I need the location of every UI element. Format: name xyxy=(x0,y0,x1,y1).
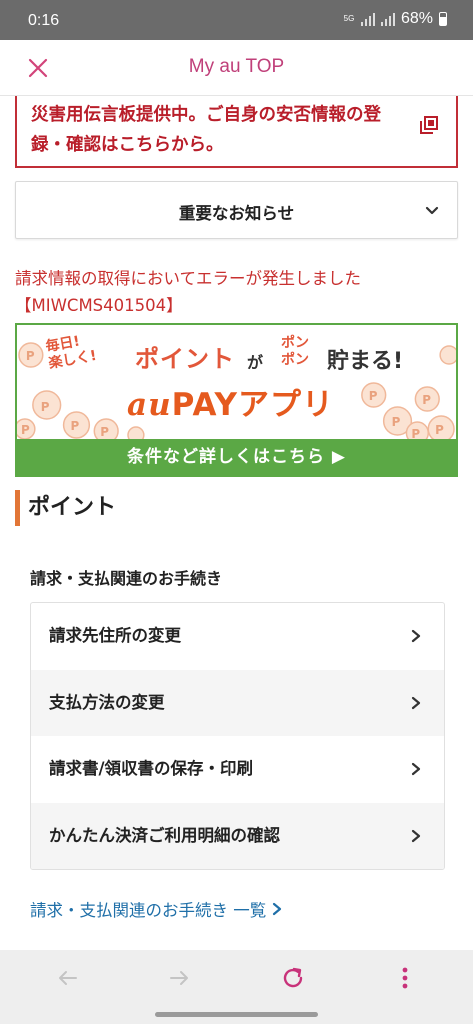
reload-icon[interactable] xyxy=(279,964,307,992)
signal-2-icon xyxy=(380,12,395,26)
banner-catch-point: ポイント xyxy=(135,345,235,373)
chevron-down-icon xyxy=(425,206,439,215)
status-bar: 0:16 5G 68% xyxy=(0,0,473,40)
network-type-icon: 5G xyxy=(343,14,355,23)
more-vertical-icon[interactable] xyxy=(391,964,419,992)
list-item-billing-address[interactable]: 請求先住所の変更 xyxy=(31,603,444,670)
list-item-label: 請求先住所の変更 xyxy=(49,626,181,645)
status-time: 0:16 xyxy=(28,12,60,29)
svg-text:P: P xyxy=(422,393,431,407)
disaster-alert-banner[interactable]: 災害用伝言板提供中。ご自身の安否情報の登録・確認はこちらから。 xyxy=(15,96,458,168)
list-item-label: かんたん決済ご利用明細の確認 xyxy=(49,825,280,845)
page-title: My au TOP xyxy=(188,56,285,77)
billing-procedures-all-link[interactable]: 請求・支払関連のお手続き 一覧 xyxy=(30,897,282,921)
list-item-invoice-print[interactable]: 請求書/領収書の保存・印刷 xyxy=(31,736,444,803)
banner-catch-tamaru: 貯まる! xyxy=(327,349,404,374)
list-item-easy-payment-details[interactable]: かんたん決済ご利用明細の確認 xyxy=(31,802,444,869)
svg-text:P: P xyxy=(41,400,50,414)
billing-error-message: 請求情報の取得においてエラーが発生しました 【MIWCMS401504】 xyxy=(15,265,465,319)
billing-procedures-title: 請求・支払関連のお手続き xyxy=(30,569,223,588)
svg-text:P: P xyxy=(21,423,30,437)
points-section-heading: ポイント xyxy=(15,490,116,526)
chevron-right-icon xyxy=(411,629,421,643)
list-item-payment-method[interactable]: 支払方法の変更 xyxy=(31,669,444,736)
au-pay-logo: auPAYアプリ xyxy=(127,379,334,424)
notice-label: 重要なお知らせ xyxy=(178,204,295,223)
chevron-right-icon xyxy=(411,696,421,709)
forward-arrow-icon[interactable] xyxy=(165,964,193,992)
ponpon-line-1: ポン xyxy=(281,335,309,351)
banner-catch-ponpon: ポン ポン xyxy=(281,335,309,369)
app-header: My au TOP xyxy=(0,40,473,96)
battery-percent: 68% xyxy=(400,10,433,27)
svg-text:P: P xyxy=(71,419,80,433)
important-notice-accordion[interactable]: 重要なお知らせ xyxy=(15,181,458,239)
alert-text: 災害用伝言板提供中。ご自身の安否情報の登録・確認はこちらから。 xyxy=(31,105,381,155)
chevron-right-icon xyxy=(411,762,421,776)
signal-icon xyxy=(360,12,375,26)
all-link-label: 請求・支払関連のお手続き 一覧 xyxy=(30,901,267,920)
status-indicators: 5G 68% xyxy=(343,10,447,28)
error-code: 【MIWCMS401504】 xyxy=(15,296,183,315)
svg-text:P: P xyxy=(392,415,401,429)
svg-text:P: P xyxy=(369,389,378,403)
svg-text:P: P xyxy=(100,425,109,439)
svg-text:P: P xyxy=(26,349,35,363)
banner-catch-ga: が xyxy=(247,353,264,372)
back-arrow-icon[interactable] xyxy=(54,964,82,992)
billing-procedures-list: 請求先住所の変更 支払方法の変更 請求書/領収書の保存・印刷 かんたん決済ご利用… xyxy=(30,602,445,870)
ponpon-line-2: ポン xyxy=(281,352,309,368)
error-line-1: 請求情報の取得においてエラーが発生しました xyxy=(15,269,362,288)
au-pay-app-banner[interactable]: PPPP PPPP PP 毎日! 楽しく! ポイント が ポン ポン 貯まる! au… xyxy=(15,323,458,477)
chevron-right-icon xyxy=(273,902,282,916)
list-item-label: 請求書/領収書の保存・印刷 xyxy=(49,759,254,778)
svg-text:P: P xyxy=(435,423,444,437)
gesture-home-bar[interactable] xyxy=(155,1012,318,1017)
au-logo-text: au xyxy=(127,387,172,423)
battery-icon xyxy=(439,12,447,26)
banner-cta-button[interactable]: 条件など詳しくはこちら ▶ xyxy=(17,439,456,475)
external-link-icon xyxy=(420,116,438,134)
pay-app-text: PAYアプリ xyxy=(171,387,334,423)
list-item-label: 支払方法の変更 xyxy=(49,692,165,712)
chevron-right-icon xyxy=(411,829,421,842)
